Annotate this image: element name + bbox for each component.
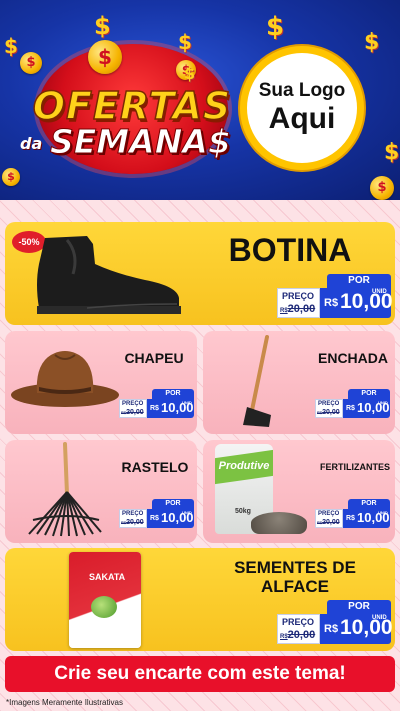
cta-banner[interactable]: Crie seu encarte com este tema! (5, 656, 395, 692)
current-price-box: R$ 10,00 UNID (320, 614, 393, 644)
dollar-sign-icon: $ (94, 12, 111, 40)
coin-icon: $ (2, 168, 20, 186)
old-price-box: PREÇO R$20,00 (315, 509, 343, 528)
disclaimer-text: *Imagens Meramente Ilustrativas (6, 698, 123, 707)
price-tag: POR PREÇO R$20,00 R$ 10,00 UNID (119, 499, 194, 529)
price-tag: POR PREÇO R$20,00 R$ 10,00 UNID (277, 600, 393, 646)
por-label: POR (348, 389, 390, 399)
header-banner: $ $ $ $ $ $ $ $ $ $ $ $ OFERTAS da SEMAN… (0, 0, 400, 200)
current-price-box: R$ 10,00 UNID (343, 509, 390, 528)
dollar-sign-icon: $ (178, 30, 192, 54)
product-name: CHAPEU (124, 350, 184, 366)
packet-brand: SAKATA (89, 572, 126, 582)
coin-icon: $ (20, 52, 42, 74)
currency-label: R$ (324, 623, 339, 635)
old-price: R$20,00 (280, 629, 316, 641)
seed-packet-icon: SAKATA (69, 552, 141, 648)
old-price-box: PREÇO R$20,00 (119, 509, 147, 528)
product-name: RASTELO (121, 459, 189, 475)
headline-semana: SEMANA$ (50, 122, 232, 162)
product-card-botina[interactable]: -50% BOTINA POR PREÇO R$20,00 R$ 10,00 U… (5, 222, 395, 325)
old-price: R$20,00 (121, 409, 144, 416)
unit-label: UNID (378, 400, 388, 405)
product-card-sementes[interactable]: SAKATA SEMENTES DE ALFACE POR PREÇO R$20… (5, 548, 395, 651)
unit-label: UNID (182, 510, 192, 515)
price-tag: POR PREÇO R$20,00 R$ 10,00 UNID (119, 389, 194, 419)
por-label: POR (348, 499, 390, 509)
current-price-box: R$ 10,00 UNID (343, 399, 390, 418)
currency-label: R$ (346, 405, 355, 412)
old-price-box: PREÇO R$20,00 (315, 399, 343, 418)
coin-icon: $ (88, 40, 122, 74)
por-label: POR (152, 499, 194, 509)
dollar-sign-icon: $ (4, 34, 18, 58)
currency-label: R$ (324, 297, 339, 309)
unit-label: UNID (372, 615, 387, 621)
dollar-sign-icon: $ (364, 30, 380, 55)
preco-label: PREÇO (318, 401, 340, 407)
product-name: BOTINA (228, 232, 352, 268)
unit-label: UNID (378, 510, 388, 515)
rake-icon (28, 442, 102, 537)
product-card-rastelo[interactable]: RASTELO POR PREÇO R$20,00 R$ 10,00 UNID (5, 440, 197, 543)
por-label: POR (327, 600, 391, 614)
bag-weight: 50kg (235, 508, 251, 515)
current-price-box: R$ 10,00 UNID (147, 509, 194, 528)
old-price: R$20,00 (317, 519, 340, 526)
product-card-fertilizantes[interactable]: Produtive 50kg FERTILIZANTES POR PREÇO R… (203, 440, 395, 543)
coin-icon: $ (370, 176, 394, 200)
old-price-box: PREÇO R$20,00 (277, 614, 320, 644)
product-name-line2: ALFACE (261, 577, 329, 596)
unit-label: UNID (182, 400, 192, 405)
dollar-sign-icon: $ (384, 140, 400, 165)
old-price: R$20,00 (121, 519, 144, 526)
unit-label: UNID (372, 289, 387, 295)
product-name: FERTILIZANTES (320, 462, 390, 472)
product-name: SEMENTES DE ALFACE (220, 558, 370, 596)
current-price-box: R$ 10,00 UNID (147, 399, 194, 418)
preco-label: PREÇO (282, 291, 315, 301)
hoe-icon (243, 335, 271, 427)
price-tag: POR PREÇO R$20,00 R$ 10,00 UNID (315, 499, 390, 529)
currency-label: R$ (150, 405, 159, 412)
product-name-line1: SEMENTES DE (234, 558, 356, 577)
dollar-sign-icon: $ (266, 12, 285, 42)
preco-label: PREÇO (122, 511, 144, 517)
current-price-box: R$ 10,00 UNID (320, 288, 393, 318)
old-price: R$20,00 (317, 409, 340, 416)
preco-label: PREÇO (318, 511, 340, 517)
fertilizer-pile-icon (251, 512, 307, 534)
logo-text-line1: Sua Logo (258, 80, 346, 101)
preco-label: PREÇO (122, 401, 144, 407)
product-card-chapeu[interactable]: CHAPEU POR PREÇO R$20,00 R$ 10,00 UNID (5, 331, 197, 434)
bag-brand: Produtive (218, 460, 270, 472)
logo-text-line2: Aqui (268, 102, 336, 135)
por-label: POR (327, 274, 391, 288)
old-price: R$20,00 (280, 303, 316, 315)
lettuce-image (91, 596, 117, 618)
hat-icon (11, 351, 119, 407)
dollar-sign-icon: $ (184, 64, 196, 83)
currency-label: R$ (346, 515, 355, 522)
currency-label: R$ (150, 515, 159, 522)
preco-label: PREÇO (282, 617, 315, 627)
product-name: ENCHADA (318, 350, 388, 366)
boot-icon (37, 236, 181, 314)
headline-da: da (20, 134, 43, 153)
por-label: POR (152, 389, 194, 399)
logo-placeholder[interactable]: Sua Logo Aqui (240, 46, 364, 170)
price-tag: POR PREÇO R$20,00 R$ 10,00 UNID (277, 274, 393, 320)
old-price-box: PREÇO R$20,00 (277, 288, 320, 318)
price-tag: POR PREÇO R$20,00 R$ 10,00 UNID (315, 389, 390, 419)
old-price-box: PREÇO R$20,00 (119, 399, 147, 418)
product-card-enchada[interactable]: ENCHADA POR PREÇO R$20,00 R$ 10,00 UNID (203, 331, 395, 434)
